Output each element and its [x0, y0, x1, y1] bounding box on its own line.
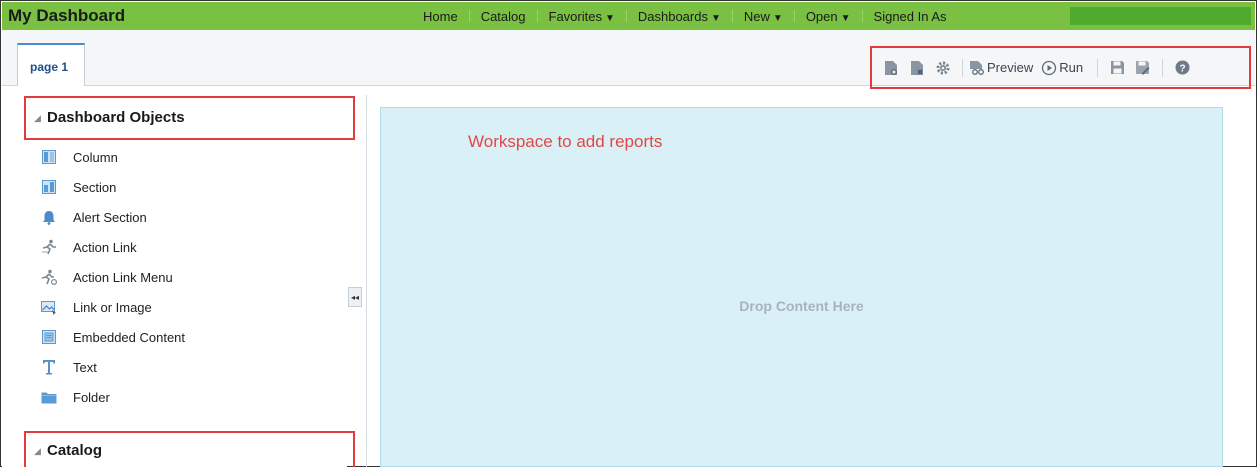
bell-icon — [41, 209, 57, 225]
app-title: My Dashboard — [8, 6, 126, 25]
global-nav: Home Catalog Favorites ▼ Dashboards ▼ New ▼… — [412, 2, 958, 30]
save-as-icon[interactable] — [1135, 60, 1151, 76]
nav-dashboards[interactable]: Dashboards ▼ — [627, 9, 732, 24]
play-icon — [1041, 60, 1057, 76]
nav-open-label: Open — [805, 8, 838, 24]
list-item-label: Action Link Menu — [73, 269, 173, 285]
list-item-alert-section[interactable]: Alert Section — [41, 207, 147, 227]
run-button[interactable]: Run — [1041, 60, 1083, 76]
chevron-down-icon: ▼ — [840, 12, 851, 24]
chevron-down-icon: ▼ — [710, 12, 721, 24]
list-item-action-link-menu[interactable]: Action Link Menu — [41, 267, 173, 287]
action-link-icon — [41, 239, 57, 255]
preview-label: Preview — [987, 60, 1034, 75]
catalog-header[interactable]: ◢ Catalog — [24, 431, 355, 467]
collapse-triangle-icon: ◢ — [34, 113, 41, 123]
collapse-left-icon: ◂◂ — [350, 292, 360, 302]
list-item-folder[interactable]: Folder — [41, 387, 110, 407]
list-item-label: Text — [73, 359, 97, 375]
list-item-label: Link or Image — [73, 299, 152, 315]
signed-in-label: Signed In As — [873, 8, 947, 24]
list-item-label: Folder — [73, 389, 110, 405]
chevron-down-icon: ▼ — [604, 12, 615, 24]
save-icon[interactable] — [1109, 60, 1125, 76]
nav-favorites[interactable]: Favorites ▼ — [538, 9, 626, 24]
list-item-label: Action Link — [73, 239, 137, 255]
help-icon[interactable]: ? — [1174, 60, 1190, 76]
nav-open[interactable]: Open ▼ — [795, 9, 862, 24]
dashboard-window: My Dashboard Home Catalog Favorites ▼ Das… — [0, 0, 1257, 467]
dashboard-objects-header[interactable]: ◢ Dashboard Objects — [24, 96, 355, 140]
embedded-content-icon — [41, 329, 57, 345]
list-item-label: Embedded Content — [73, 329, 186, 345]
catalog-title: Catalog — [47, 442, 103, 459]
list-item-section[interactable]: Section — [41, 177, 116, 197]
run-label: Run — [1059, 60, 1084, 75]
nav-dashboards-label: Dashboards — [637, 8, 708, 24]
text-icon — [41, 359, 57, 375]
nav-home[interactable]: Home — [412, 9, 469, 24]
list-item-label: Alert Section — [73, 209, 147, 225]
action-link-menu-icon — [41, 269, 57, 285]
list-item-text[interactable]: Text — [41, 357, 97, 377]
toolbar-separator — [962, 58, 963, 77]
list-item-column[interactable]: Column — [41, 147, 118, 167]
nav-home-label: Home — [423, 8, 458, 24]
nav-new-label: New — [743, 8, 770, 24]
list-item-label: Section — [73, 179, 117, 195]
nav-signed-in-as[interactable]: Signed In As — [863, 9, 958, 24]
list-item-label: Column — [73, 149, 118, 165]
collapse-panel-handle[interactable]: ◂◂ — [348, 287, 362, 307]
toolbar-separator — [1162, 58, 1164, 77]
preview-button[interactable]: Preview — [969, 60, 1033, 76]
tab-page-1[interactable]: page 1 — [17, 43, 85, 86]
dashboard-objects-title: Dashboard Objects — [47, 109, 185, 126]
list-item-action-link[interactable]: Action Link — [41, 237, 137, 257]
svg-text:?: ? — [1179, 63, 1185, 74]
delete-page-icon[interactable] — [909, 60, 925, 76]
folder-icon — [41, 389, 57, 405]
settings-icon[interactable] — [935, 60, 951, 76]
drop-content-text: Drop Content Here — [739, 298, 864, 314]
top-bar: My Dashboard Home Catalog Favorites ▼ Das… — [2, 2, 1255, 30]
preview-icon — [969, 60, 985, 76]
dashboard-drop-zone[interactable]: Workspace to add reports Drop Content He… — [380, 107, 1223, 467]
section-icon — [41, 179, 57, 195]
list-item-embedded-content[interactable]: Embedded Content — [41, 327, 185, 347]
column-icon — [41, 149, 57, 165]
toolbar-separator — [1097, 58, 1099, 77]
list-item-link-or-image[interactable]: Link or Image — [41, 297, 152, 317]
nav-favorites-label: Favorites — [548, 8, 602, 24]
workspace-annotation: Workspace to add reports — [468, 132, 663, 151]
signed-in-user-redacted — [1070, 7, 1251, 25]
tab-label: page 1 — [30, 60, 69, 74]
nav-catalog-label: Catalog — [480, 8, 526, 24]
chevron-down-icon: ▼ — [772, 12, 783, 24]
collapse-triangle-icon: ◢ — [34, 446, 41, 456]
nav-catalog[interactable]: Catalog — [470, 9, 537, 24]
image-icon — [41, 299, 57, 315]
add-page-icon[interactable] — [883, 60, 899, 76]
editor-toolbar: Preview Run ? — [870, 46, 1251, 89]
nav-new[interactable]: New ▼ — [733, 9, 794, 24]
